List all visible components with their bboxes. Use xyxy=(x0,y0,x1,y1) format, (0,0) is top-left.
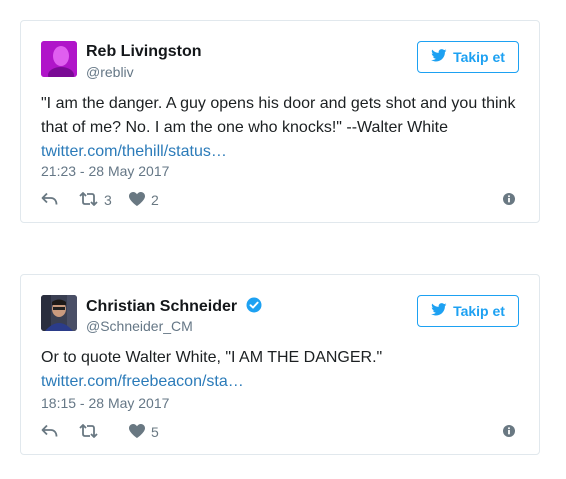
author-name-text: Christian Schneider xyxy=(86,298,238,315)
follow-button[interactable]: Takip et xyxy=(417,295,519,327)
follow-button[interactable]: Takip et xyxy=(417,41,519,73)
avatar[interactable] xyxy=(41,295,77,331)
tweet-card: Christian Schneider @Schneider_CM Takip … xyxy=(20,274,540,455)
author-name[interactable]: Christian Schneider xyxy=(86,297,262,318)
info-icon xyxy=(503,192,515,208)
info-button[interactable] xyxy=(503,424,515,440)
author-handle[interactable]: @Schneider_CM xyxy=(86,318,193,334)
tweet-body: Or to quote Walter White, "I AM THE DANG… xyxy=(41,349,383,366)
tweet-card: Reb Livingston @rebliv Takip et "I am th… xyxy=(20,20,540,223)
tweet-link[interactable]: twitter.com/freebeacon/sta… xyxy=(41,370,523,394)
follow-label: Takip et xyxy=(453,49,505,65)
tweet-actions: 5 xyxy=(41,423,519,441)
reply-icon xyxy=(41,192,58,209)
retweet-count: 3 xyxy=(104,192,112,208)
like-count: 2 xyxy=(151,192,159,208)
tweet-text: "I am the danger. A guy opens his door a… xyxy=(41,92,523,164)
heart-icon xyxy=(129,191,145,209)
author-handle[interactable]: @rebliv xyxy=(86,64,134,80)
like-button[interactable]: 2 xyxy=(129,191,159,209)
retweet-button[interactable] xyxy=(79,423,104,441)
tweet-date[interactable]: 21:23 - 28 May 2017 xyxy=(41,163,169,179)
tweet-text: Or to quote Walter White, "I AM THE DANG… xyxy=(41,346,523,394)
reply-button[interactable] xyxy=(41,424,58,441)
author-name[interactable]: Reb Livingston xyxy=(86,43,202,61)
retweet-icon xyxy=(79,191,98,209)
reply-button[interactable] xyxy=(41,192,58,209)
tweet-date[interactable]: 18:15 - 28 May 2017 xyxy=(41,395,169,411)
reply-icon xyxy=(41,424,58,441)
retweet-icon xyxy=(79,423,98,441)
info-button[interactable] xyxy=(503,192,515,208)
twitter-bird-icon xyxy=(431,303,447,319)
tweet-body: "I am the danger. A guy opens his door a… xyxy=(41,95,516,136)
twitter-bird-icon xyxy=(431,49,447,65)
like-button[interactable]: 5 xyxy=(129,423,159,441)
tweet-link[interactable]: twitter.com/thehill/status… xyxy=(41,140,523,164)
verified-badge-icon xyxy=(246,297,262,318)
tweet-actions: 3 2 xyxy=(41,191,519,209)
info-icon xyxy=(503,424,515,440)
retweet-button[interactable]: 3 xyxy=(79,191,112,209)
follow-label: Takip et xyxy=(453,303,505,319)
heart-icon xyxy=(129,423,145,441)
like-count: 5 xyxy=(151,424,159,440)
avatar[interactable] xyxy=(41,41,77,77)
